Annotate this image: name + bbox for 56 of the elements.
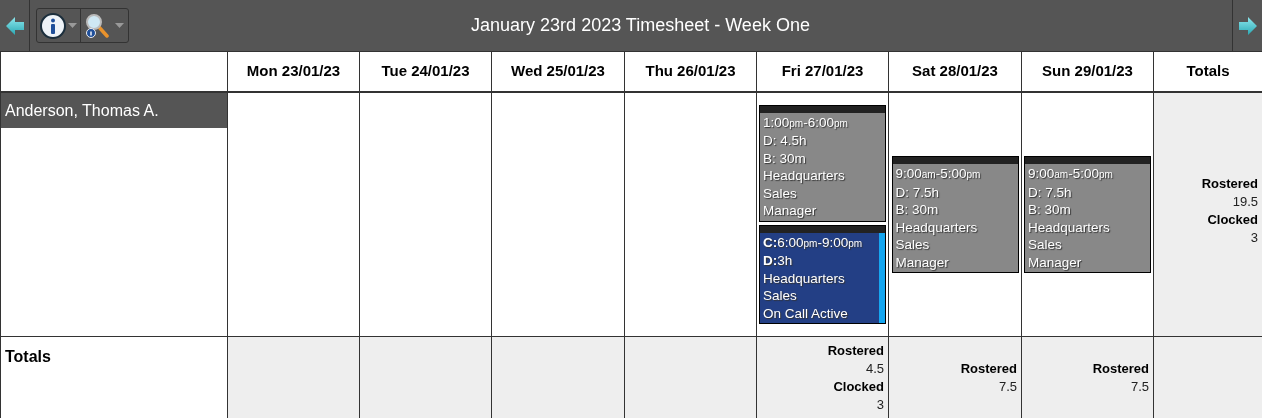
shift-detail: B: 30m [1028, 201, 1072, 219]
column-header: Sat 28/01/23 [889, 52, 1022, 93]
column-header: Fri 27/01/23 [757, 52, 889, 93]
caret-icon [115, 23, 124, 28]
total-value: 3 [1250, 228, 1258, 247]
shift-detail: Headquarters [1028, 218, 1111, 236]
total-label: Clocked [833, 377, 884, 396]
totals-row-label: Totals [5, 348, 51, 365]
employee-name: Anderson, Thomas A. [1, 93, 227, 128]
column-header: Tue 24/01/23 [360, 52, 492, 93]
shift-card[interactable]: 9:00am-5:00pm D: 7.5h B: 30m Headquarters Sales Manager [891, 156, 1019, 273]
total-label: Rostered [960, 359, 1017, 378]
shift-time: 9:00am-5:00pm [895, 165, 982, 183]
shift-time: 9:00am-5:00pm [1028, 165, 1114, 183]
column-header: Mon 23/01/23 [228, 52, 360, 93]
shift-detail: D: 7.5h [1028, 183, 1073, 201]
total-value: 19.5 [1232, 192, 1258, 211]
shift-detail: D: 4.5h [763, 132, 808, 150]
shift-detail: Sales [763, 184, 798, 203]
window-title: January 23rd 2023 Timesheet - Week One [471, 14, 811, 37]
forward-arrow-icon[interactable] [1238, 15, 1257, 36]
total-value: 3 [876, 395, 884, 414]
shift-detail: Headquarters [895, 218, 979, 236]
total-label: Rostered [827, 341, 884, 360]
total-label: Clocked [1207, 210, 1258, 229]
shift-time: C:6:00pm-9:00pm [763, 233, 864, 252]
shift-detail: Sales [1028, 236, 1063, 254]
shift-detail: Headquarters [763, 167, 846, 185]
column-header: Sun 29/01/23 [1022, 52, 1154, 93]
shift-detail: D: 7.5h [895, 183, 941, 201]
shift-detail: Sales [763, 287, 798, 305]
column-header: Wed 25/01/23 [492, 52, 625, 93]
shift-detail: Headquarters [763, 269, 846, 288]
back-arrow-icon[interactable] [5, 15, 24, 36]
total-value: 7.5 [1130, 377, 1149, 396]
shift-detail: B: 30m [895, 201, 940, 219]
info-menu-button[interactable] [37, 9, 81, 42]
shift-detail: On Call Active [763, 304, 849, 323]
shift-card[interactable]: 9:00am-5:00pm D: 7.5h B: 30m Headquarters Sales Manager [1024, 156, 1151, 273]
shift-card[interactable]: C:6:00pm-9:00pm D:3h Headquarters Sales On Call Active [759, 224, 886, 325]
caret-icon [68, 23, 77, 28]
total-label: Rostered [1092, 359, 1149, 378]
shift-card[interactable]: 1:00pm-6:00pm D: 4.5h B: 30m Headquarters Sales Manager [759, 104, 886, 222]
shift-detail: B: 30m [763, 149, 807, 168]
column-header: Thu 26/01/23 [625, 52, 757, 93]
total-value: 4.5 [865, 359, 884, 378]
shift-detail: Manager [763, 202, 818, 220]
shift-detail: Sales [895, 236, 931, 254]
shift-detail: D:3h [763, 252, 794, 270]
total-label: Rostered [1201, 174, 1258, 193]
shift-detail: Manager [895, 253, 950, 271]
search-icon [85, 12, 109, 39]
shift-detail: Manager [1028, 253, 1083, 271]
info-icon [40, 12, 66, 39]
shift-time: 1:00pm-6:00pm [763, 113, 849, 132]
total-value: 7.5 [998, 377, 1017, 396]
